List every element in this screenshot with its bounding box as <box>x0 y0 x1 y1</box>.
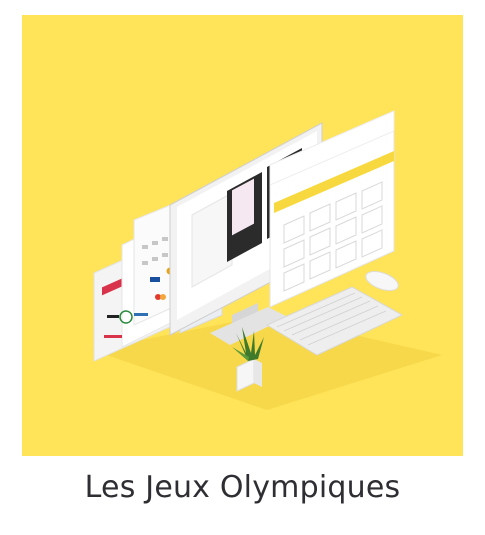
isometric-mockup-image <box>22 15 463 456</box>
project-thumbnail[interactable] <box>22 15 463 456</box>
project-title[interactable]: Les Jeux Olympiques <box>0 470 485 505</box>
project-card[interactable]: Les Jeux Olympiques <box>0 0 485 535</box>
